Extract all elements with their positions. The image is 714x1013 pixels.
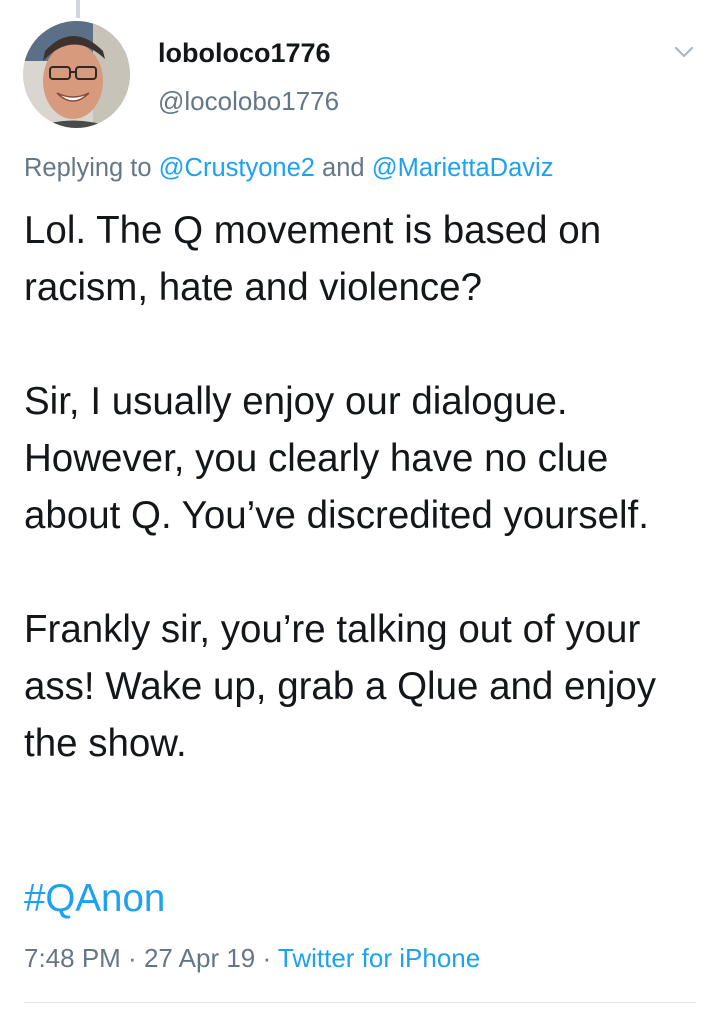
mention-link-crustyone2[interactable]: @Crustyone2 [159,154,315,182]
avatar[interactable] [23,21,130,128]
tweet-time: 7:48 PM [24,943,121,973]
divider [24,1002,696,1003]
tweet-metadata: 7:48 PM · 27 Apr 19 · Twitter for iPhone [24,943,480,974]
thread-connector-line [76,0,80,18]
meta-separator: · [120,943,144,973]
meta-separator: · [255,943,278,973]
tweet-menu-button[interactable] [667,38,701,66]
user-handle[interactable]: @locolobo1776 [158,86,339,117]
replying-to-label: Replying to [24,154,159,182]
mention-link-mariettadaviz[interactable]: @MariettaDaviz [372,154,554,182]
display-name[interactable]: loboloco1776 [158,38,331,69]
tweet-date: 27 Apr 19 [143,943,256,973]
replying-to-joiner: and [314,154,372,182]
tweet-source-link[interactable]: Twitter for iPhone [278,943,480,973]
tweet-body: Lol. The Q movement is based on racism, … [24,209,657,765]
chevron-down-icon [674,46,694,58]
avatar-photo [23,21,130,128]
hashtag-link[interactable]: #QAnon [24,870,165,927]
replying-to-line: Replying to @Crustyone2 and @MariettaDav… [24,154,553,183]
